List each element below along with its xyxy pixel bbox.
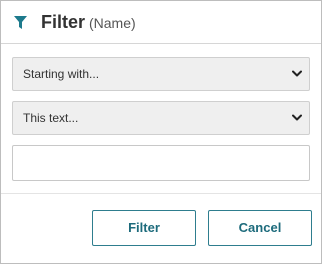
filter-dialog: Filter (Name) Starting with... This text… [0, 0, 322, 264]
filter-icon [14, 16, 27, 29]
filter-button[interactable]: Filter [92, 210, 196, 246]
cancel-button[interactable]: Cancel [208, 210, 312, 246]
chevron-down-icon [292, 114, 302, 121]
dialog-subtitle: (Name) [89, 15, 136, 31]
dialog-title: Filter [41, 12, 86, 32]
condition-select-value: Starting with... [23, 67, 100, 81]
chevron-down-icon [292, 70, 302, 77]
footer-divider [1, 193, 321, 194]
dialog-header: Filter (Name) [1, 1, 321, 44]
filter-text-input[interactable] [12, 145, 310, 181]
condition-select[interactable]: Starting with... [12, 57, 310, 91]
source-select-value: This text... [23, 111, 79, 125]
source-select[interactable]: This text... [12, 101, 310, 135]
